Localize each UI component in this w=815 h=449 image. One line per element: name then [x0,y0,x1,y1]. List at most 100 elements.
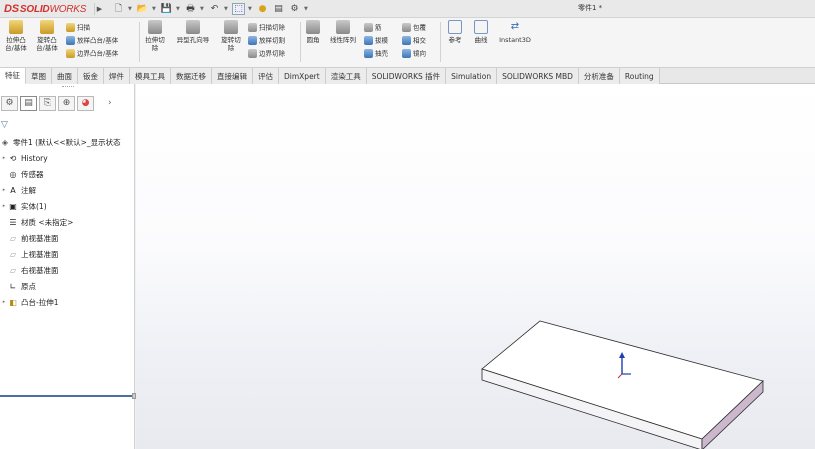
revolved-cut-label-2: 除 [227,44,235,52]
tab-13[interactable]: SOLIDWORKS MBD [497,68,579,84]
configuration-manager-tab-icon[interactable]: ⎘ [39,95,56,111]
filter-icon[interactable]: ▽ [1,120,8,130]
expand-arrow-icon[interactable]: ▸ [0,187,8,193]
chevron-down-icon[interactable]: ▼ [200,6,205,12]
mirror-icon [402,49,411,58]
fillet-button[interactable]: 圆角 [302,20,324,44]
tab-15[interactable]: Routing [619,68,660,84]
lofted-cut-button[interactable]: 放样切割 [248,36,285,46]
tab-0[interactable]: 特征 [0,68,26,84]
tab-4[interactable]: 焊件 [104,68,130,84]
tab-12[interactable]: Simulation [446,68,498,84]
chevron-down-icon[interactable]: ▼ [224,6,229,12]
swept-boss-button[interactable]: 扫描 [66,23,90,33]
boundary-cut-button[interactable]: 边界切除 [248,49,285,59]
tab-9[interactable]: DimXpert [279,68,326,84]
solidworks-logo[interactable]: DS SOLID WORKS [4,2,86,16]
save-icon[interactable]: 💾 [160,3,173,15]
boundary-boss-button[interactable]: 边界凸台/基体 [66,49,118,59]
expand-arrow-icon[interactable]: ▸ [0,299,8,305]
intersect-label: 相交 [413,36,426,45]
rebuild-icon[interactable]: ● [256,3,269,15]
revolved-cut-button[interactable]: 旋转切 除 [218,20,244,52]
tab-10[interactable]: 渲染工具 [325,68,367,84]
tree-item[interactable]: ▱ 上视基准面 [0,246,135,262]
rollback-bar[interactable] [0,395,133,397]
tab-5[interactable]: 模具工具 [130,68,171,84]
tab-14[interactable]: 分析准备 [578,68,620,84]
extruded-cut-button[interactable]: 拉伸切 除 [142,20,168,52]
new-icon[interactable]: 🗋 [112,3,125,15]
dimxpert-manager-tab-icon[interactable]: ⊕ [58,95,75,111]
feature-manager-tab-icon[interactable]: ⚙ [1,95,18,111]
lofted-boss-icon [66,36,75,45]
tree-item[interactable]: ◎ 传感器 [0,166,135,182]
tree-item[interactable]: ▱ 右视基准面 [0,262,135,278]
part-model[interactable] [136,84,815,449]
logo-suffix: WORKS [49,3,87,15]
tree-root[interactable]: ◈ 零件1 (默认<<默认>_显示状态 [0,134,135,150]
display-manager-tab-icon[interactable]: ◕ [77,95,94,111]
linear-pattern-button[interactable]: 线性阵列 [326,20,360,44]
lofted-boss-button[interactable]: 放样凸台/基体 [66,36,118,46]
tab-3[interactable]: 钣金 [78,68,104,84]
tab-8[interactable]: 评估 [253,68,279,84]
boundary-boss-icon [66,49,75,58]
draft-button[interactable]: 拔模 [364,36,388,46]
swept-boss-label: 扫描 [77,23,90,32]
chevron-down-icon[interactable]: ▼ [304,6,309,12]
extruded-boss-label-2: 台/基体 [5,44,27,52]
part-icon: ◈ [1,137,9,147]
chevron-right-icon[interactable]: › [108,98,112,108]
instant3d-button[interactable]: ⇄ Instant3D [496,20,534,44]
extruded-boss-button[interactable]: 拉伸凸 台/基体 [2,20,30,52]
graphics-area[interactable] [136,84,815,449]
intersect-button[interactable]: 相交 [402,36,426,46]
curves-button[interactable]: 曲线 [470,20,492,44]
tree-item[interactable]: ∟ 原点 [0,278,135,294]
swept-cut-button[interactable]: 扫描切除 [248,23,285,33]
tree-item[interactable]: ▸ A 注解 [0,182,135,198]
file-properties-icon[interactable]: ▤ [272,3,285,15]
feature-manager-tabs: ⚙ ▤ ⎘ ⊕ ◕ › [0,92,135,114]
revolved-boss-button[interactable]: 旋转凸 台/基体 [33,20,61,52]
wrap-button[interactable]: 包覆 [402,23,426,33]
undo-icon[interactable]: ↶ [208,3,221,15]
tree-item[interactable]: ▱ 前视基准面 [0,230,135,246]
linear-pattern-icon [336,20,350,34]
rib-button[interactable]: 筋 [364,23,382,33]
hole-wizard-button[interactable]: 异型孔向导 [171,20,215,44]
print-icon[interactable]: 🖶 [184,3,197,15]
sensor-icon: ◎ [9,169,17,179]
tab-11[interactable]: SOLIDWORKS 插件 [366,68,447,84]
menu-expand-arrow-icon[interactable]: ▶ [94,3,104,15]
tree-item[interactable]: ▸ ⟲ History [0,150,135,166]
chevron-down-icon[interactable]: ▼ [248,6,253,12]
swept-boss-icon [66,23,75,32]
tab-2[interactable]: 曲面 [52,68,78,84]
tree-item[interactable]: ☰ 材质 <未指定> [0,214,135,230]
plane-icon: ▱ [9,233,17,243]
hole-wizard-icon [186,20,200,34]
mirror-button[interactable]: 镜向 [402,49,426,59]
tab-6[interactable]: 数据迁移 [171,68,212,84]
tree-item-label: 材质 <未指定> [21,217,74,227]
property-manager-tab-icon[interactable]: ▤ [20,95,37,111]
fillet-icon [306,20,320,34]
panel-grip[interactable] [62,86,74,89]
shell-button[interactable]: 抽壳 [364,49,388,59]
tree-item[interactable]: ▸ ◧ 凸台-拉伸1 [0,294,135,310]
chevron-down-icon[interactable]: ▼ [176,6,181,12]
tab-1[interactable]: 草图 [26,68,52,84]
options-icon[interactable]: ⚙ [288,3,301,15]
reference-geometry-button[interactable]: 参考 [444,20,466,44]
open-icon[interactable]: 📂 [136,3,149,15]
tree-item[interactable]: ▸ ▣ 实体(1) [0,198,135,214]
expand-arrow-icon[interactable]: ▸ [0,203,8,209]
select-icon[interactable]: ⬚ [232,3,245,15]
expand-arrow-icon[interactable]: ▸ [0,155,8,161]
chevron-down-icon[interactable]: ▼ [128,6,133,12]
tab-7[interactable]: 直接编辑 [212,68,253,84]
chevron-down-icon[interactable]: ▼ [152,6,157,12]
extruded-boss-icon [9,20,23,34]
